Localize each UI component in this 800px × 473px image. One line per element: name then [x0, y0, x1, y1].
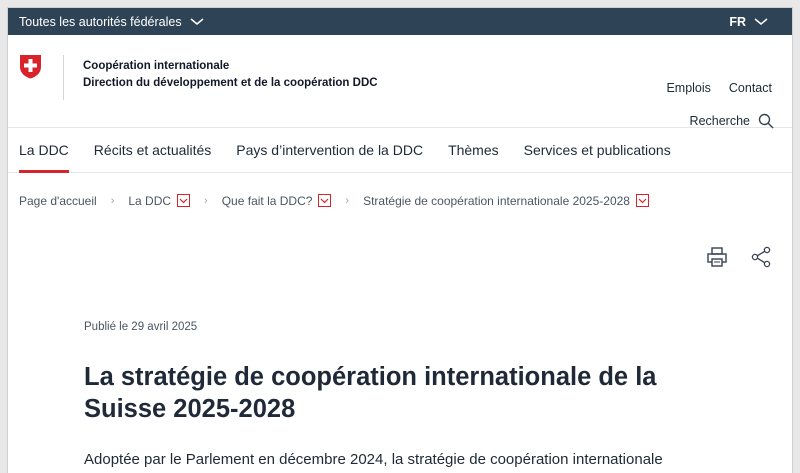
brand-line-1: Coopération internationale — [83, 60, 230, 72]
nav-item-themes[interactable]: Thèmes — [448, 128, 499, 172]
authorities-label: Toutes les autorités fédérales — [19, 14, 182, 29]
browser-page: Toutes les autorités fédérales FR Coopér… — [8, 8, 792, 473]
breadcrumb-que-fait[interactable]: Que fait la DDC? — [222, 194, 332, 208]
language-label: FR — [729, 14, 746, 29]
chevron-right-icon: › — [204, 194, 208, 207]
chevron-down-icon — [190, 17, 204, 25]
nav-label: Services et publications — [523, 142, 671, 158]
title-line-2: Suisse 2025-2028 — [84, 395, 296, 423]
page-title: La stratégie de coopération internationa… — [84, 361, 724, 425]
nav-label: Récits et actualités — [93, 142, 212, 158]
nav-item-services[interactable]: Services et publications — [524, 128, 671, 172]
header-divider — [63, 55, 64, 100]
site-brand[interactable]: Coopération internationale Direction du … — [83, 58, 378, 92]
nav-label: Thèmes — [448, 142, 499, 158]
brand-line-2: Direction du développement et de la coop… — [83, 77, 378, 89]
main-navigation: La DDC Récits et actualités Pays d’inter… — [8, 128, 792, 173]
authorities-dropdown[interactable]: Toutes les autorités fédérales — [19, 15, 204, 29]
nav-label: Pays d’intervention de la DDC — [236, 142, 424, 158]
nav-item-recits[interactable]: Récits et actualités — [94, 128, 212, 172]
nav-item-la-ddc[interactable]: La DDC — [19, 128, 69, 173]
chevron-down-icon[interactable] — [177, 194, 191, 207]
search-label: Recherche — [689, 114, 750, 128]
site-header: Coopération internationale Direction du … — [8, 35, 792, 129]
breadcrumb-label: La DDC — [128, 193, 172, 208]
search-button[interactable]: Recherche — [690, 113, 774, 129]
breadcrumb-label: Stratégie de coopération internationale … — [363, 193, 630, 208]
breadcrumb-la-ddc[interactable]: La DDC — [128, 193, 191, 208]
language-selector[interactable]: FR — [729, 15, 768, 29]
header-links: Emplois Contact — [666, 81, 772, 95]
page-tools — [706, 246, 772, 268]
breadcrumb-label: Page d'accueil — [19, 193, 97, 208]
breadcrumb-home[interactable]: Page d'accueil — [19, 194, 97, 208]
nav-item-pays[interactable]: Pays d’intervention de la DDC — [236, 128, 423, 172]
chevron-right-icon: › — [345, 194, 350, 207]
publication-date: Publié le 29 avril 2025 — [84, 321, 198, 333]
breadcrumb-strategie[interactable]: Stratégie de coopération internationale … — [363, 194, 649, 208]
breadcrumb-label: Que fait la DDC? — [221, 193, 313, 208]
printer-icon[interactable] — [706, 246, 728, 268]
top-bar: Toutes les autorités fédérales FR — [8, 8, 792, 35]
jobs-link[interactable]: Emplois — [666, 81, 710, 95]
swiss-coat-of-arms-icon[interactable] — [19, 54, 42, 79]
breadcrumb: Page d'accueil › La DDC › Que fait la DD… — [8, 173, 792, 228]
chevron-down-icon — [754, 17, 768, 25]
chevron-down-icon[interactable] — [635, 194, 649, 207]
chevron-down-icon[interactable] — [318, 194, 332, 207]
contact-link[interactable]: Contact — [729, 81, 772, 95]
article-lead: Adoptée par le Parlement en décembre 202… — [84, 451, 663, 468]
search-icon — [758, 113, 774, 129]
title-line-1: La stratégie de coopération internationa… — [84, 363, 657, 391]
share-icon[interactable] — [750, 246, 772, 268]
nav-label: La DDC — [19, 142, 69, 158]
chevron-right-icon: › — [110, 194, 115, 207]
